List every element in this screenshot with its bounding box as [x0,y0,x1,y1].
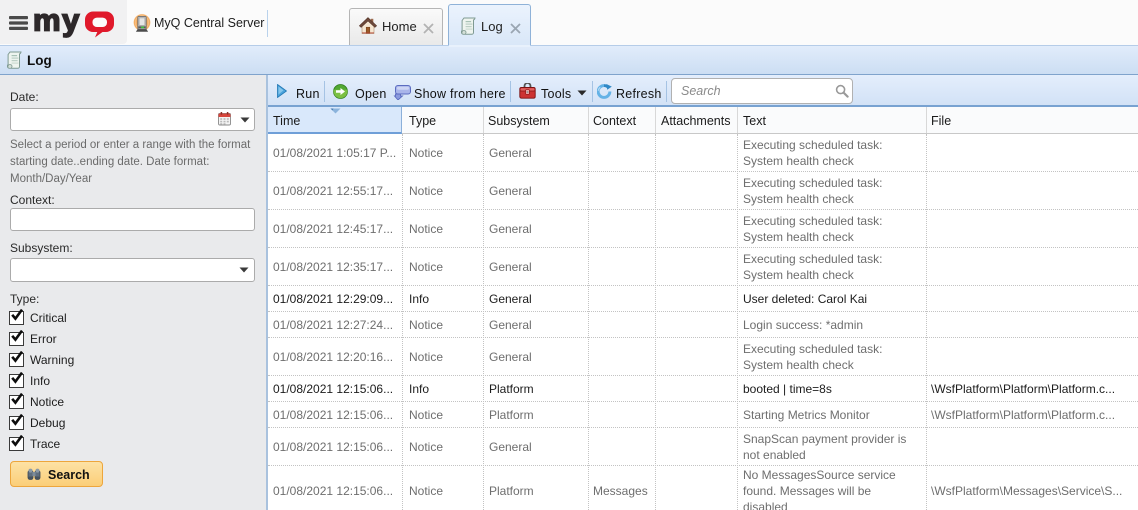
svg-text:my: my [33,10,81,38]
